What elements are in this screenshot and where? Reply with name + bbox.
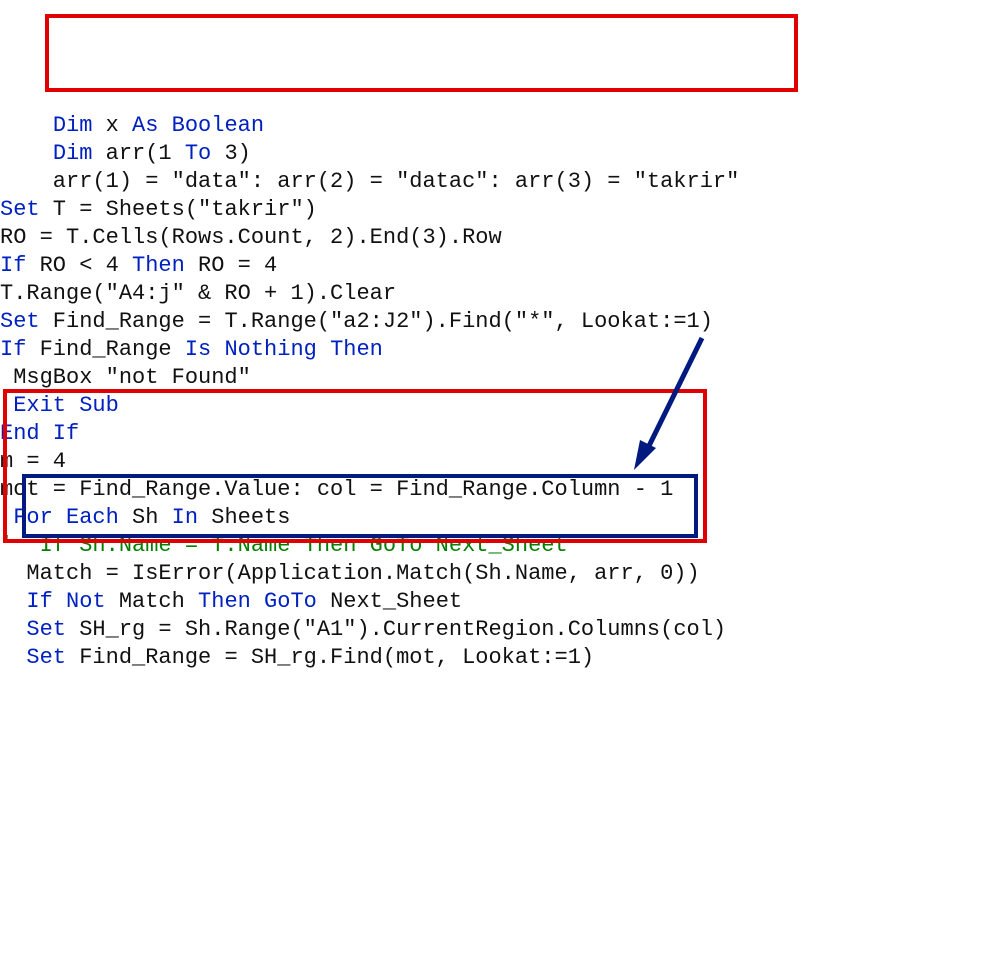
- code-line: For Each Sh In Sheets: [0, 504, 1000, 532]
- code-token: RO = 4: [185, 253, 277, 278]
- code-line: Match = IsError(Application.Match(Sh.Nam…: [0, 560, 1000, 588]
- code-token: RO = T.Cells(Rows.Count, 2).End(3).Row: [0, 225, 502, 250]
- code-line: Dim x As Boolean: [0, 112, 1000, 140]
- code-line: Set SH_rg = Sh.Range("A1").CurrentRegion…: [0, 616, 1000, 644]
- code-line: Dim arr(1 To 3): [0, 140, 1000, 168]
- code-token: Sh: [119, 505, 172, 530]
- code-token: T = Sheets("takrir"): [40, 197, 317, 222]
- code-token: Set: [26, 617, 66, 642]
- code-token: Find_Range = T.Range("a2:J2").Find("*", …: [40, 309, 713, 334]
- code-token: MsgBox "not Found": [0, 365, 251, 390]
- code-token: Then GoTo: [198, 589, 317, 614]
- code-token: 3): [211, 141, 251, 166]
- code-token: [0, 141, 53, 166]
- code-line: T.Range("A4:j" & RO + 1).Clear: [0, 280, 1000, 308]
- code-token: Find_Range = SH_rg.Find(mot, Lookat:=1): [66, 645, 594, 670]
- code-token: If: [0, 253, 26, 278]
- code-token: x: [92, 113, 132, 138]
- code-token: [0, 617, 26, 642]
- code-token: [0, 645, 26, 670]
- code-line: RO = T.Cells(Rows.Count, 2).End(3).Row: [0, 224, 1000, 252]
- code-line: m = 4: [0, 448, 1000, 476]
- code-token: mot = Find_Range.Value: col = Find_Range…: [0, 477, 673, 502]
- code-token: arr(1: [92, 141, 184, 166]
- code-token: [0, 113, 53, 138]
- code-token: To: [185, 141, 211, 166]
- code-token: Find_Range: [26, 337, 184, 362]
- code-token: [0, 505, 13, 530]
- highlight-box-top: [45, 14, 798, 92]
- code-token: Match = IsError(Application.Match(Sh.Nam…: [0, 561, 700, 586]
- code-token: Is Nothing Then: [185, 337, 383, 362]
- code-line: Exit Sub: [0, 392, 1000, 420]
- code-token: RO < 4: [26, 253, 132, 278]
- code-line: Set T = Sheets("takrir"): [0, 196, 1000, 224]
- code-token: [0, 589, 26, 614]
- code-token: ' If Sh.Name = T.Name Then GoTo Next_She…: [0, 533, 568, 558]
- code-token: T.Range("A4:j" & RO + 1).Clear: [0, 281, 396, 306]
- code-token: As Boolean: [132, 113, 264, 138]
- code-token: Match: [106, 589, 198, 614]
- code-line: ' If Sh.Name = T.Name Then GoTo Next_She…: [0, 532, 1000, 560]
- code-token: Dim: [53, 141, 93, 166]
- code-token: arr(1) = "data": arr(2) = "datac": arr(3…: [0, 169, 739, 194]
- code-line: End If: [0, 420, 1000, 448]
- code-line: If RO < 4 Then RO = 4: [0, 252, 1000, 280]
- code-token: SH_rg = Sh.Range("A1").CurrentRegion.Col…: [66, 617, 726, 642]
- code-token: [0, 393, 13, 418]
- code-token: Exit Sub: [13, 393, 119, 418]
- code-token: Then: [132, 253, 185, 278]
- code-line: Set Find_Range = SH_rg.Find(mot, Lookat:…: [0, 644, 1000, 672]
- code-line: mot = Find_Range.Value: col = Find_Range…: [0, 476, 1000, 504]
- code-token: For Each: [13, 505, 119, 530]
- code-token: In: [172, 505, 198, 530]
- code-token: Set: [0, 309, 40, 334]
- code-line: arr(1) = "data": arr(2) = "datac": arr(3…: [0, 168, 1000, 196]
- code-token: Dim: [53, 113, 93, 138]
- code-line: If Not Match Then GoTo Next_Sheet: [0, 588, 1000, 616]
- code-token: If Not: [26, 589, 105, 614]
- code-line: MsgBox "not Found": [0, 364, 1000, 392]
- code-token: End If: [0, 421, 79, 446]
- code-token: Set: [0, 197, 40, 222]
- code-token: If: [0, 337, 26, 362]
- code-block: Dim x As Boolean Dim arr(1 To 3) arr(1) …: [0, 112, 1000, 672]
- code-line: If Find_Range Is Nothing Then: [0, 336, 1000, 364]
- code-token: Set: [26, 645, 66, 670]
- code-line: Set Find_Range = T.Range("a2:J2").Find("…: [0, 308, 1000, 336]
- code-token: Sheets: [198, 505, 290, 530]
- code-token: Next_Sheet: [317, 589, 462, 614]
- code-token: m = 4: [0, 449, 66, 474]
